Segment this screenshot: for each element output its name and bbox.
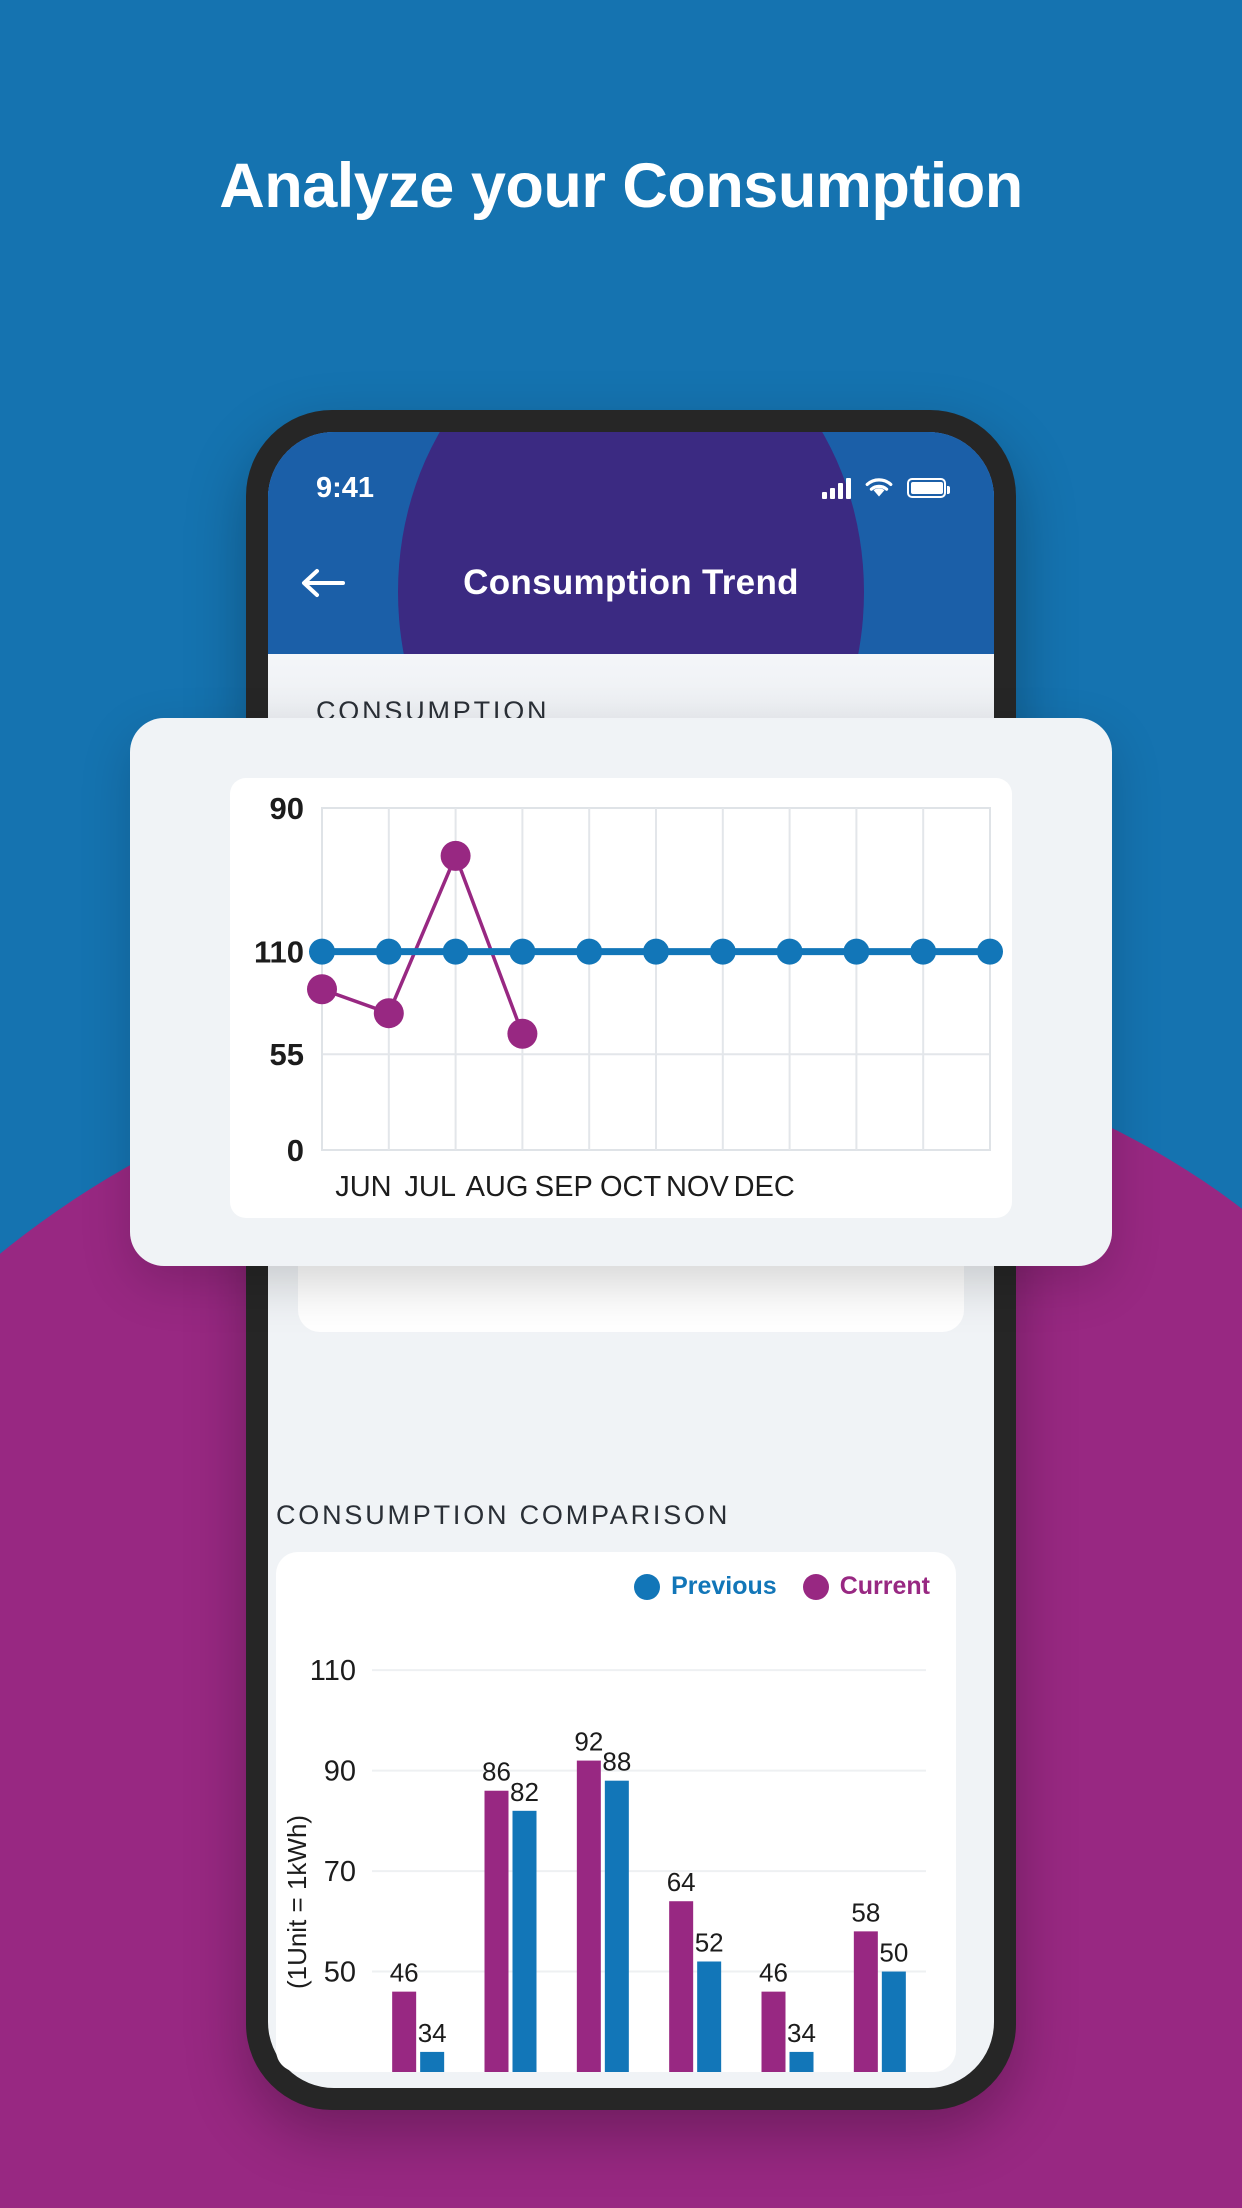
bar-value-label-current: 64 <box>667 1867 696 1897</box>
bar-chart-svg: 110 90 70 50 (1Unit = 1kWh) 46 34 8682 9288 64 52 4… <box>282 1655 926 2072</box>
line-chart-y-tick: 110 <box>254 935 304 970</box>
data-point-previous <box>910 938 937 965</box>
line-chart-x-tick: OCT <box>600 1171 662 1203</box>
bar-current <box>484 1790 509 2072</box>
legend-item-previous: Previous <box>634 1572 777 1601</box>
data-point-previous <box>776 938 803 965</box>
bar-value-label-current: 46 <box>390 1958 419 1988</box>
signal-icon <box>822 477 851 499</box>
bar-value-label-current: 92 <box>574 1727 603 1757</box>
line-chart-x-tick: NOV <box>666 1171 730 1203</box>
page-title: Analyze your Consumption <box>219 151 1023 221</box>
data-point-previous <box>442 938 469 965</box>
bar-current <box>576 1760 601 2072</box>
line-chart-x-tick: JUN <box>335 1171 391 1203</box>
nav-title: Consumption Trend <box>463 563 799 602</box>
bar-value-label-current: 86 <box>482 1757 511 1787</box>
bar-current <box>669 1901 694 2072</box>
app-header: 9:41 Consumption Trend <box>268 432 994 654</box>
bar-previous <box>512 1810 537 2072</box>
data-point-previous <box>576 938 603 965</box>
bar-chart-y-tick: 70 <box>324 1856 356 1888</box>
data-point-previous <box>509 938 536 965</box>
data-point-previous <box>843 938 870 965</box>
status-bar: 9:41 <box>268 432 994 518</box>
data-point-current <box>507 1018 538 1049</box>
bar-current <box>392 1991 417 2072</box>
bar-previous <box>789 2051 814 2072</box>
data-point-previous <box>375 938 402 965</box>
consumption-trend-card: 90 110 55 0 JUN JUL AUG SEP OCT NOV DEC <box>130 718 1112 1266</box>
legend-item-current: Current <box>802 1572 930 1601</box>
bar-chart-y-tick: 90 <box>324 1756 356 1788</box>
data-point-previous <box>977 938 1003 965</box>
bar-value-label-current: 58 <box>851 1897 880 1927</box>
navigation-bar: Consumption Trend <box>268 528 994 638</box>
legend-color-swatch <box>802 1573 829 1600</box>
bar-value-label-previous: 88 <box>602 1747 631 1777</box>
bar-chart-legend: Previous Current <box>634 1572 930 1601</box>
line-chart-y-tick: 0 <box>287 1133 304 1168</box>
bar-value-label-previous: 82 <box>510 1777 539 1807</box>
bar-value-label-previous: 34 <box>787 2018 816 2048</box>
consumption-comparison-chart: Previous Current 110 90 70 50 (1Unit = 1kWh)… <box>276 1552 956 2072</box>
line-chart-svg: 90 110 55 0 JUN JUL AUG SEP OCT NOV DEC <box>254 791 1003 1203</box>
legend-color-swatch <box>634 1573 661 1600</box>
bar-value-label-previous: 34 <box>418 2018 447 2048</box>
bar-previous <box>420 2051 445 2072</box>
line-chart-panel: 90 110 55 0 JUN JUL AUG SEP OCT NOV DEC <box>230 778 1012 1218</box>
bar-chart-y-tick: 110 <box>310 1655 356 1687</box>
line-series-current <box>321 851 525 1035</box>
status-time: 9:41 <box>316 471 375 504</box>
data-point-current <box>440 840 471 871</box>
bar-chart-y-tick: 50 <box>324 1957 356 1989</box>
status-icons <box>822 477 950 499</box>
bar-value-label-previous: 50 <box>879 1938 908 1968</box>
data-point-previous <box>643 938 669 965</box>
bar-previous <box>697 1961 722 2072</box>
section-label-comparison: CONSUMPTION COMPARISON <box>276 1500 731 1530</box>
bar-value-label-previous: 52 <box>695 1928 724 1958</box>
data-point-previous <box>309 938 335 965</box>
line-chart-y-tick: 90 <box>270 791 304 826</box>
line-chart-x-tick: JUL <box>404 1171 456 1203</box>
legend-label: Previous <box>671 1572 777 1600</box>
bar-previous <box>604 1780 629 2072</box>
bar-value-label-current: 46 <box>759 1958 788 1988</box>
bar-previous <box>881 1971 906 2072</box>
line-chart-x-tick: DEC <box>734 1171 795 1203</box>
data-point-previous <box>709 938 736 965</box>
line-chart-y-tick: 55 <box>270 1037 304 1072</box>
wifi-icon <box>865 478 893 497</box>
line-chart-x-tick: AUG <box>466 1171 529 1203</box>
bar-current <box>853 1931 878 2072</box>
battery-icon <box>907 478 950 498</box>
arrow-left-icon <box>302 569 345 597</box>
line-chart-x-tick: SEP <box>535 1171 593 1203</box>
bar-current <box>761 1991 786 2072</box>
bar-chart-y-label: (1Unit = 1kWh) <box>282 1815 312 1989</box>
data-point-current <box>307 974 337 1005</box>
data-point-current <box>373 998 404 1029</box>
back-button[interactable] <box>268 565 378 601</box>
legend-label: Current <box>839 1572 930 1600</box>
